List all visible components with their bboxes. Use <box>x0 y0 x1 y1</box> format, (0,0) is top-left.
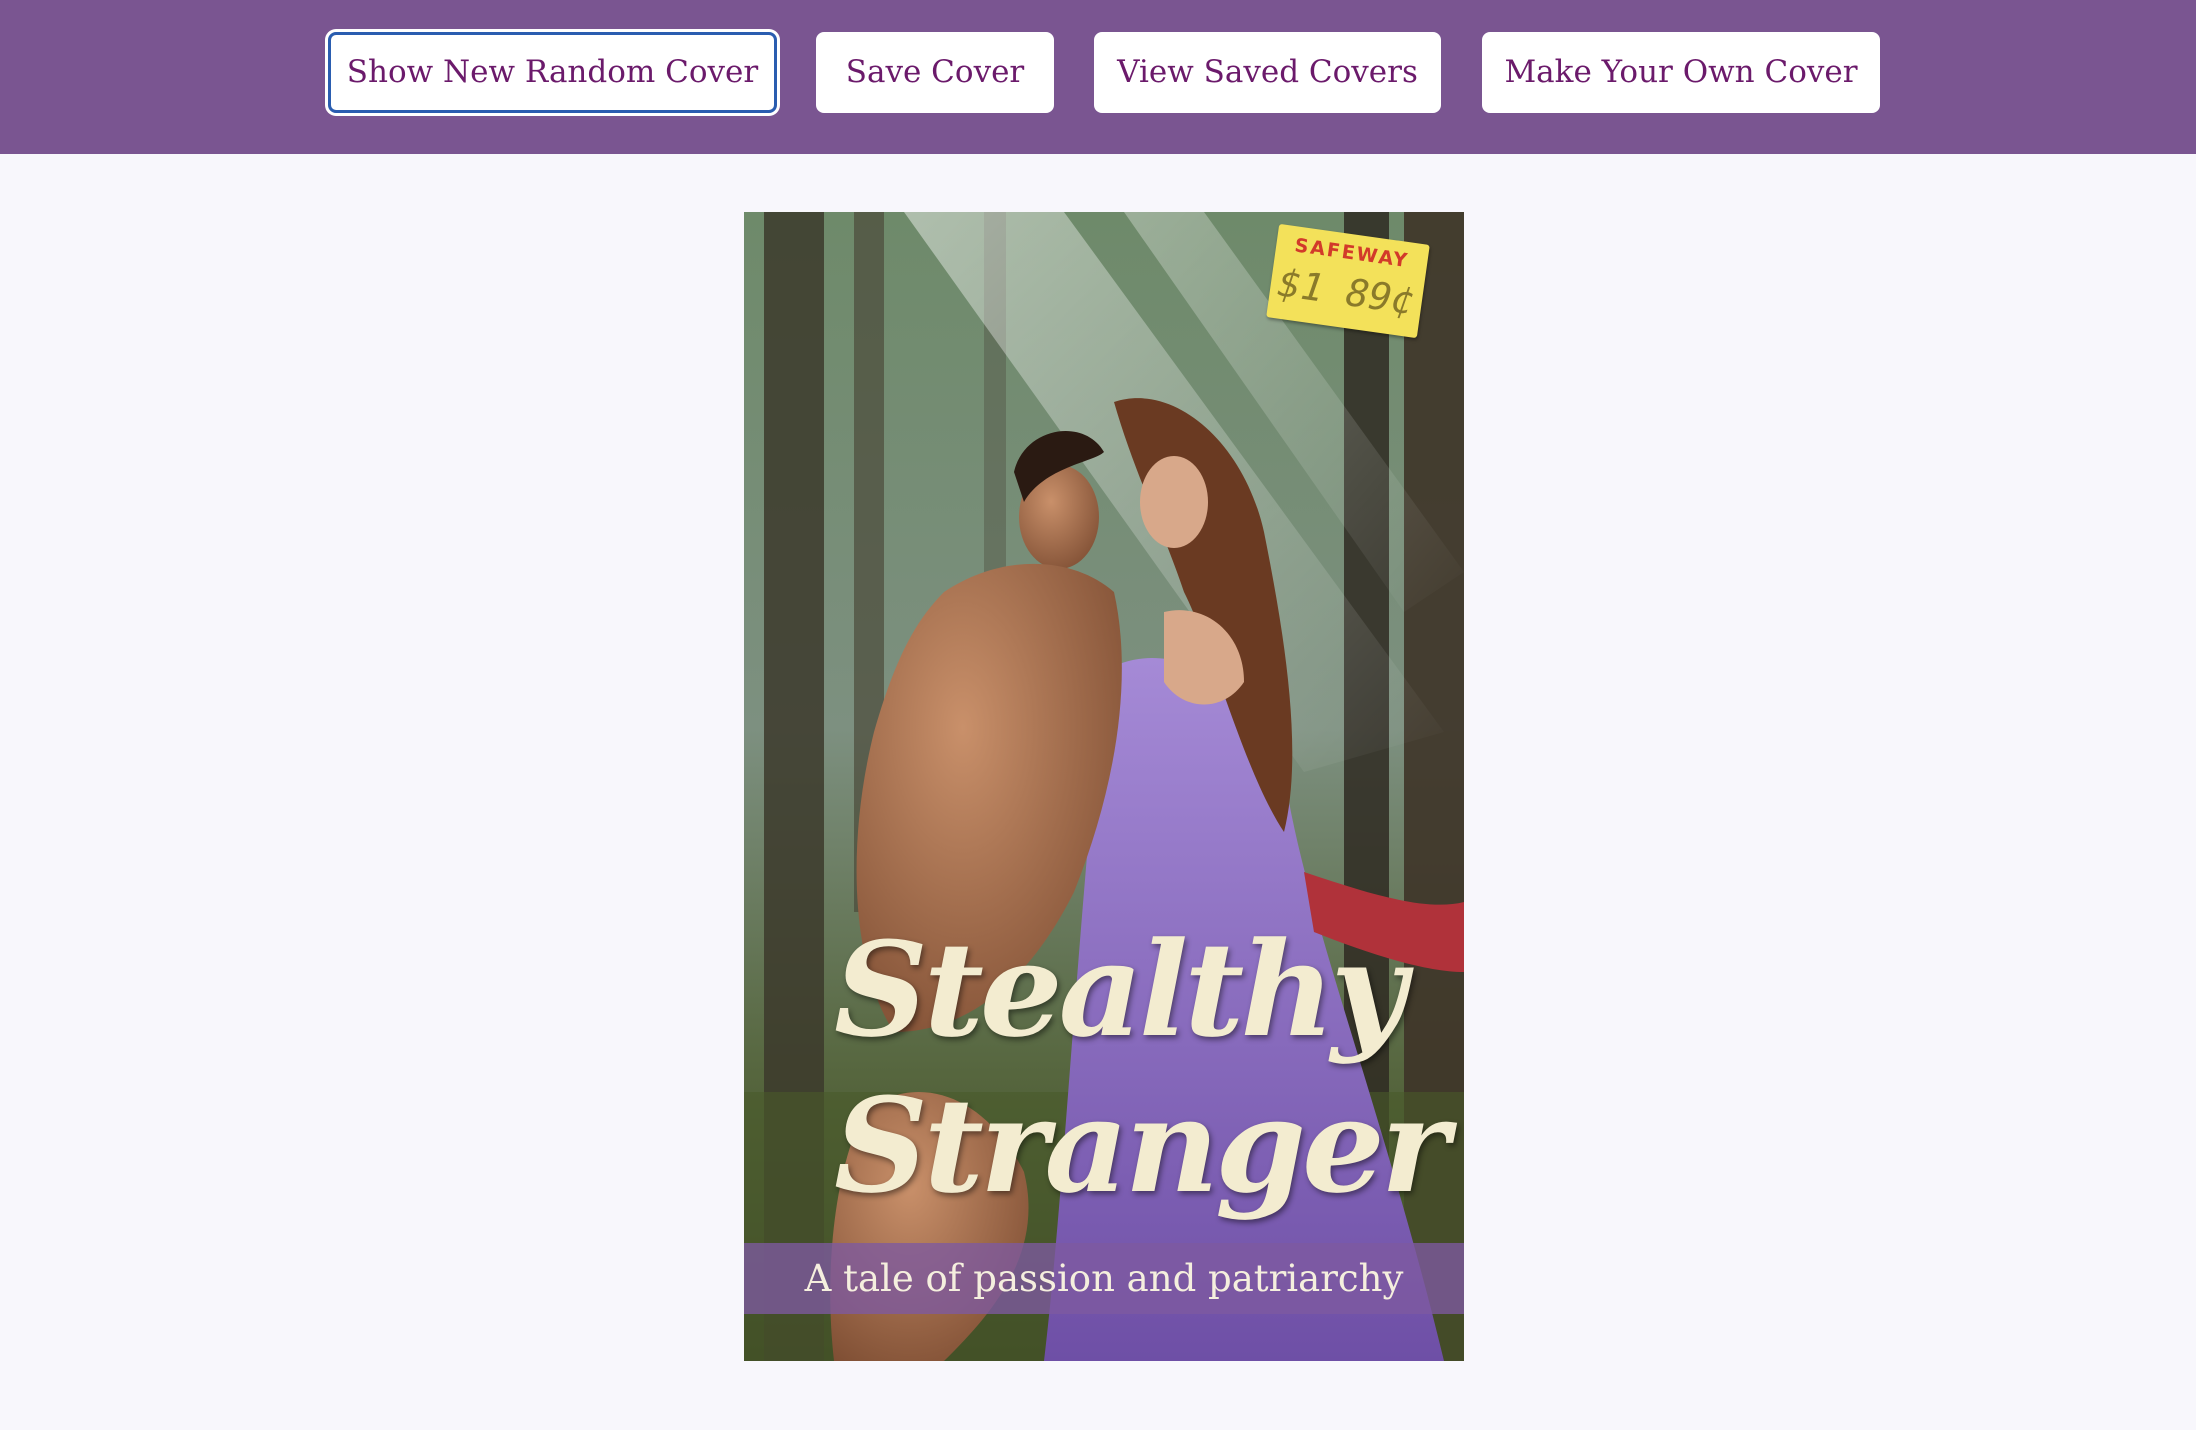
book-cover: SAFEWAY $1 89¢ Stealthy Stranger A tale … <box>744 212 1464 1361</box>
top-toolbar: Show New Random Cover Save Cover View Sa… <box>0 0 2196 154</box>
cover-tagline: A tale of passion and patriarchy <box>804 1257 1404 1300</box>
view-saved-covers-button[interactable]: View Saved Covers <box>1094 32 1441 113</box>
save-cover-button[interactable]: Save Cover <box>816 32 1054 113</box>
make-your-own-cover-button[interactable]: Make Your Own Cover <box>1482 32 1880 113</box>
show-new-random-cover-button[interactable]: Show New Random Cover <box>328 32 777 113</box>
cover-title: Stealthy Stranger <box>834 913 1449 1222</box>
